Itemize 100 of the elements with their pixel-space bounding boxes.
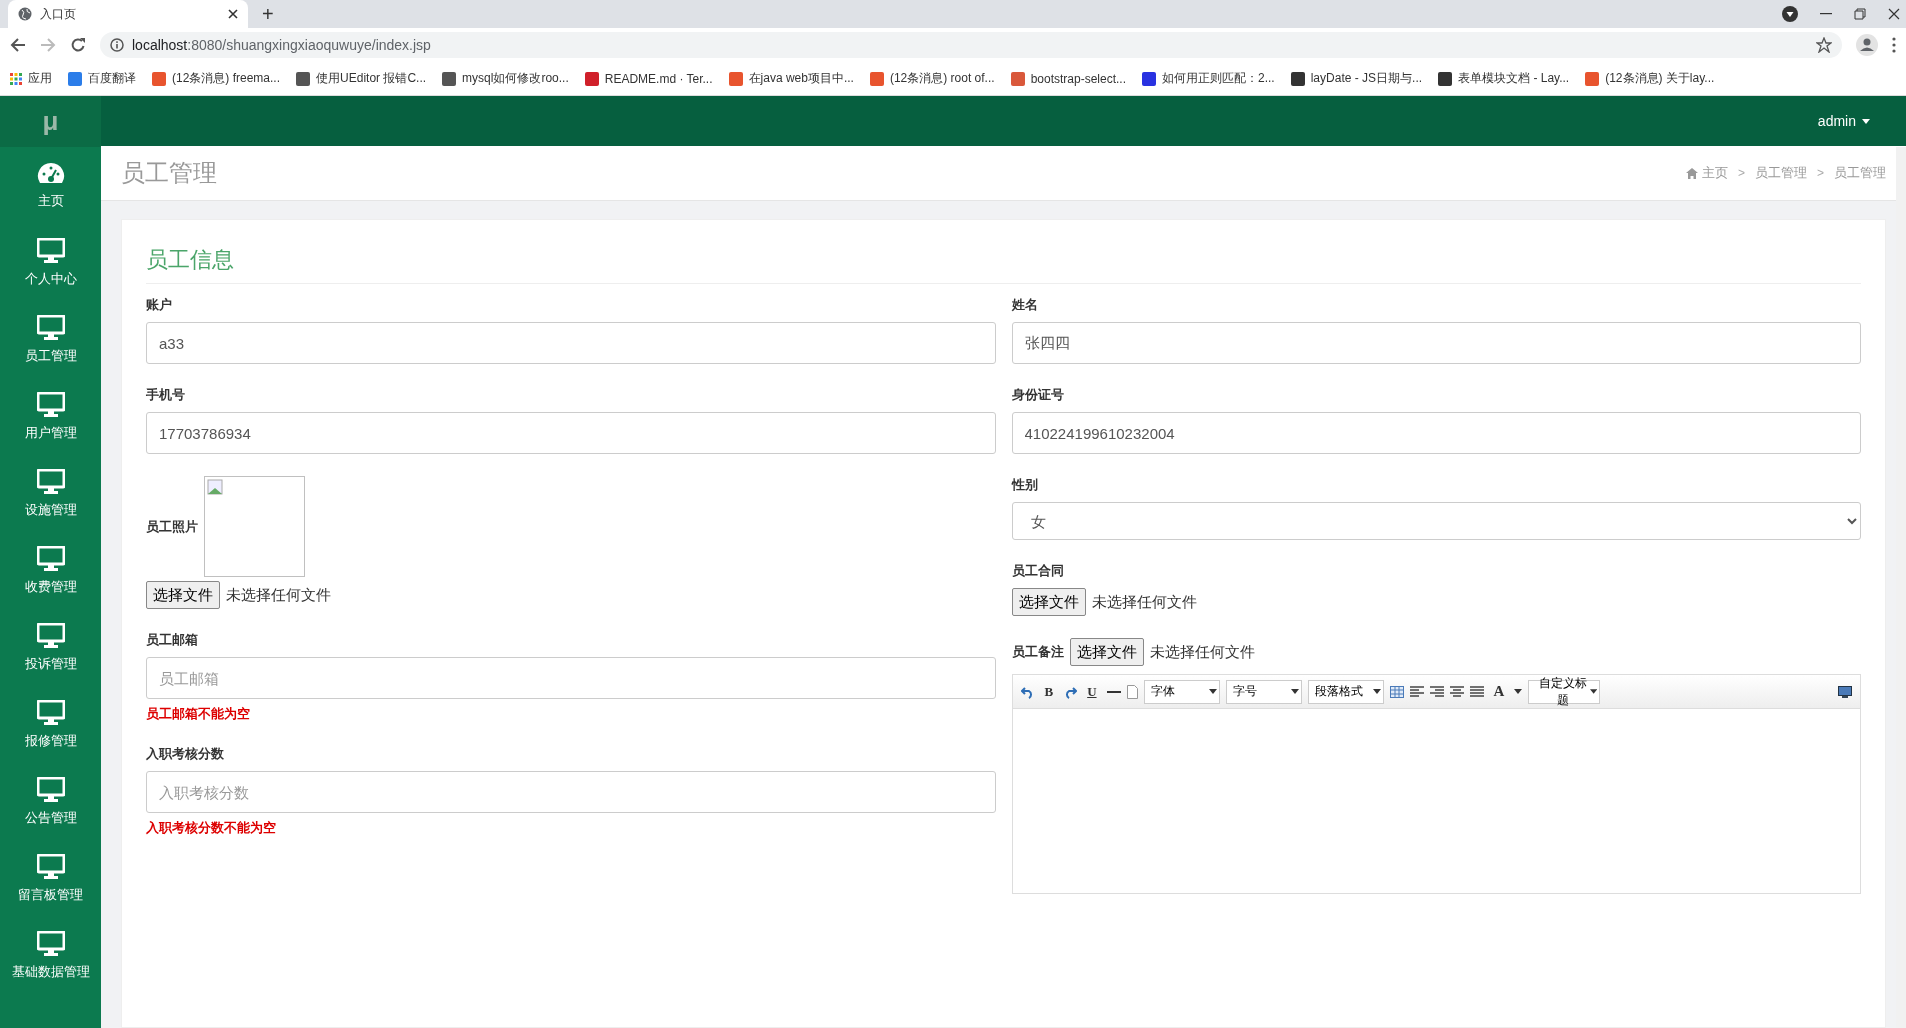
bookmark-icon	[728, 71, 743, 86]
bookmark-link[interactable]: (12条消息) root of...	[869, 70, 995, 87]
sidebar-item[interactable]: 公告管理	[0, 763, 101, 840]
page-icon[interactable]	[1126, 684, 1138, 699]
bookmark-icon	[296, 71, 311, 86]
monitor-icon	[36, 237, 65, 264]
caret-icon	[1862, 118, 1870, 124]
sidebar-item[interactable]: 基础数据管理	[0, 917, 101, 994]
editor-dropdown[interactable]: 自定义标题	[1528, 679, 1601, 704]
breadcrumb-separator: >	[1817, 166, 1824, 180]
sidebar-item[interactable]: 收费管理	[0, 532, 101, 609]
text-field[interactable]: 员工邮箱	[146, 657, 996, 699]
font-color-button[interactable]: A	[1489, 683, 1509, 700]
field-label: 手机号	[146, 386, 186, 404]
broken-image-icon	[207, 479, 223, 495]
bookmark-icon	[584, 71, 599, 86]
align-icon[interactable]	[1469, 686, 1484, 697]
text-field[interactable]: a33	[146, 322, 996, 364]
bookmark-link[interactable]: bootstrap-select...	[1010, 71, 1126, 86]
bookmark-icon	[68, 71, 82, 86]
address-bar[interactable]: localhost:8080/shuangxingxiaoquwuye/index.jsp	[100, 32, 1842, 58]
restore-icon[interactable]	[1854, 8, 1866, 20]
caret-icon	[1372, 689, 1381, 694]
monitor-icon	[36, 622, 65, 649]
bookmark-link[interactable]: 在java web项目中...	[728, 70, 854, 87]
text-field[interactable]: 17703786934	[146, 412, 996, 454]
apps-link[interactable]: 应用	[10, 70, 52, 87]
reload-icon[interactable]	[70, 37, 86, 53]
caret-icon	[1290, 689, 1299, 694]
text-field[interactable]: 张四四	[1011, 322, 1861, 364]
gauge-icon	[36, 161, 65, 186]
gender-select[interactable]: 女	[1011, 502, 1861, 540]
editor-dropdown[interactable]: 字体	[1143, 679, 1220, 704]
bookmark-link[interactable]: 使用UEditor 报错C...	[296, 70, 427, 87]
monitor-icon	[36, 468, 65, 495]
breadcrumb-separator: >	[1737, 166, 1745, 180]
star-icon[interactable]	[1816, 37, 1832, 53]
text-field[interactable]: 410224199610232004	[1011, 412, 1861, 454]
bookmark-link[interactable]: 如何用正则匹配：2...	[1142, 70, 1275, 87]
bookmark-link[interactable]: 表单模块文档 - Lay...	[1438, 70, 1570, 87]
sidebar-item[interactable]: 主页	[0, 147, 101, 224]
monitor-icon	[36, 930, 65, 957]
field-label: 员工合同	[1011, 562, 1065, 580]
bookmark-link[interactable]: (12条消息) freema...	[152, 70, 281, 87]
sidebar-item[interactable]: 设施管理	[0, 455, 101, 532]
error-message: 员工邮箱不能为空	[146, 705, 251, 723]
close-icon[interactable]	[228, 9, 238, 19]
caret-icon	[1514, 689, 1523, 694]
sidebar-item[interactable]: 留言板管理	[0, 840, 101, 917]
field-label: 身份证号	[1011, 386, 1065, 404]
field-label: 账户	[146, 296, 173, 314]
bookmark-link[interactable]: 百度翻译	[68, 70, 136, 87]
new-tab-button[interactable]: +	[256, 0, 280, 28]
browser-tab[interactable]: 入口页	[8, 0, 248, 28]
profile-menu-icon[interactable]	[1782, 6, 1798, 22]
sidebar-item[interactable]: 投诉管理	[0, 609, 101, 686]
text-field[interactable]: 入职考核分数	[146, 771, 996, 813]
sidebar-item[interactable]: 员工管理	[0, 301, 101, 378]
bookmark-link[interactable]: README.md · Ter...	[584, 71, 713, 86]
bold-button[interactable]: B	[1040, 683, 1058, 700]
choose-file-button[interactable]: 选择文件	[1069, 638, 1144, 666]
table-icon[interactable]	[1389, 685, 1404, 698]
bookmark-link[interactable]: (12条消息) 关于lay...	[1585, 70, 1715, 87]
account-icon[interactable]	[1856, 34, 1878, 56]
sidebar-item[interactable]: 报修管理	[0, 686, 101, 763]
bookmark-icon	[1290, 71, 1305, 86]
fullscreen-icon[interactable]	[1838, 685, 1852, 698]
url-text: localhost:8080/shuangxingxiaoquwuye/index.jsp	[132, 37, 432, 53]
bookmark-link[interactable]: layDate - JS日期与...	[1290, 70, 1423, 87]
align-icon[interactable]	[1449, 686, 1464, 697]
back-icon[interactable]	[10, 37, 26, 53]
menu-icon[interactable]	[1892, 37, 1896, 53]
apps-grid-icon	[10, 72, 22, 85]
file-status: 未选择任何文件	[226, 585, 331, 605]
field-label: 员工备注	[1011, 643, 1064, 661]
field-label: 员工照片	[146, 517, 198, 536]
editor-dropdown[interactable]: 字号	[1225, 679, 1302, 704]
bookmark-icon	[152, 71, 166, 86]
field-label: 性别	[1011, 476, 1039, 494]
file-status: 未选择任何文件	[1091, 592, 1197, 612]
home-icon	[1685, 167, 1698, 179]
choose-file-button[interactable]: 选择文件	[146, 581, 220, 609]
undo-icon[interactable]	[1020, 684, 1035, 699]
globe-icon	[18, 7, 32, 21]
monitor-icon	[36, 699, 65, 726]
bookmark-link[interactable]: mysql如何修改roo...	[442, 70, 569, 87]
user-menu[interactable]: admin	[1811, 112, 1876, 130]
bookmark-icon	[1010, 71, 1025, 86]
underline-button[interactable]: U	[1083, 683, 1101, 700]
info-icon[interactable]	[110, 38, 124, 52]
align-icon[interactable]	[1409, 686, 1424, 697]
close-icon[interactable]	[1888, 8, 1900, 20]
align-icon[interactable]	[1429, 686, 1444, 697]
sidebar-item[interactable]: 用户管理	[0, 378, 101, 455]
minimize-icon[interactable]	[1820, 13, 1832, 15]
choose-file-button[interactable]: 选择文件	[1011, 588, 1086, 616]
editor-dropdown[interactable]: 段落格式	[1307, 679, 1384, 704]
sidebar-item[interactable]: 个人中心	[0, 224, 101, 301]
monitor-icon	[36, 776, 65, 803]
redo-icon[interactable]	[1063, 684, 1078, 699]
